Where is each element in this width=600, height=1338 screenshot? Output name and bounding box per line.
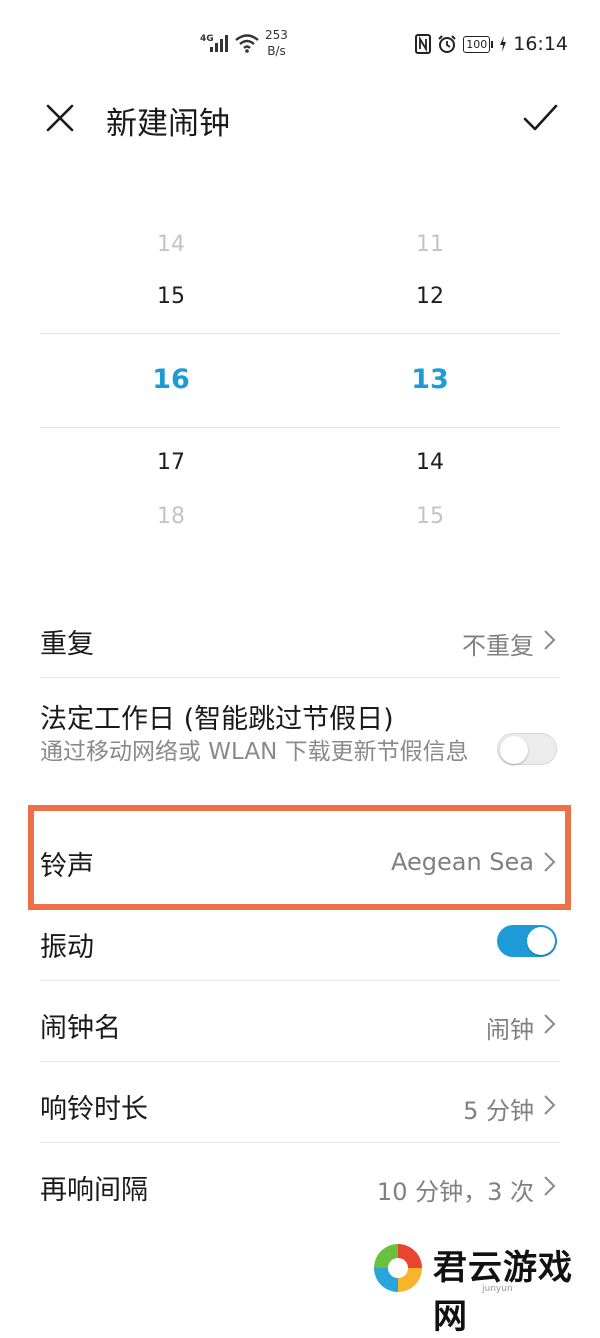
toggle-knob <box>527 927 555 955</box>
selected-hour[interactable]: 16 <box>111 364 231 395</box>
vibrate-label: 振动 <box>40 932 94 963</box>
status-bar: 4G 253 B/s 100 16:14 <box>0 0 600 90</box>
alarm-icon <box>438 35 456 53</box>
page-title: 新建闹钟 <box>106 106 230 142</box>
chevron-right-icon <box>544 1014 556 1034</box>
speed-unit: B/s <box>267 44 286 58</box>
workday-description: 通过移动网络或 WLAN 下载更新节假信息 <box>40 739 469 765</box>
snooze-value: 10 分钟，3 次 <box>376 1178 534 1206</box>
minute-option[interactable]: 15 <box>370 504 490 529</box>
minute-option[interactable]: 11 <box>370 232 490 257</box>
charging-icon <box>500 36 507 52</box>
workday-label: 法定工作日 (智能跳过节假日) <box>40 704 394 735</box>
alarm-name-value: 闹钟 <box>486 1016 534 1044</box>
picker-divider-top <box>40 333 560 334</box>
divider <box>40 980 560 981</box>
divider <box>40 1061 560 1062</box>
hour-option[interactable]: 14 <box>111 232 231 257</box>
wifi-icon <box>235 34 259 53</box>
close-button[interactable] <box>40 98 80 138</box>
chevron-right-icon <box>544 630 556 650</box>
battery-icon: 100 <box>463 35 494 53</box>
selected-minute[interactable]: 13 <box>370 364 490 395</box>
chevron-right-icon <box>544 1176 556 1196</box>
repeat-value: 不重复 <box>462 632 534 660</box>
ring-duration-value: 5 分钟 <box>463 1097 534 1125</box>
status-right: 100 16:14 <box>415 33 568 55</box>
snooze-label: 再响间隔 <box>40 1175 148 1206</box>
watermark-brand: 君云游戏网 <box>433 1248 573 1337</box>
alarm-name-label: 闹钟名 <box>40 1013 121 1044</box>
ringtone-highlight-box <box>28 805 571 910</box>
divider <box>40 1142 560 1143</box>
ring-duration-label: 响铃时长 <box>40 1094 148 1125</box>
check-icon <box>523 104 558 131</box>
hour-option[interactable]: 18 <box>111 504 231 529</box>
picker-divider-bottom <box>40 427 560 428</box>
close-icon <box>46 104 74 132</box>
status-time: 16:14 <box>513 33 568 55</box>
battery-level: 100 <box>463 35 491 53</box>
watermark-logo-icon <box>374 1244 422 1292</box>
chevron-right-icon <box>544 1095 556 1115</box>
toggle-knob <box>500 736 528 764</box>
minute-option[interactable]: 12 <box>370 284 490 309</box>
watermark-url: junyun <box>482 1284 513 1294</box>
speed-value: 253 <box>265 28 288 42</box>
repeat-label: 重复 <box>40 629 94 660</box>
signal-icon <box>210 35 228 52</box>
vibrate-toggle[interactable] <box>497 925 557 957</box>
hour-option[interactable]: 15 <box>111 284 231 309</box>
minute-option[interactable]: 14 <box>370 450 490 475</box>
divider <box>40 677 560 678</box>
hour-option[interactable]: 17 <box>111 450 231 475</box>
nfc-icon <box>415 34 432 54</box>
confirm-button[interactable] <box>520 98 560 138</box>
network-speed: 253 B/s <box>265 27 288 59</box>
workday-toggle[interactable] <box>497 733 557 765</box>
